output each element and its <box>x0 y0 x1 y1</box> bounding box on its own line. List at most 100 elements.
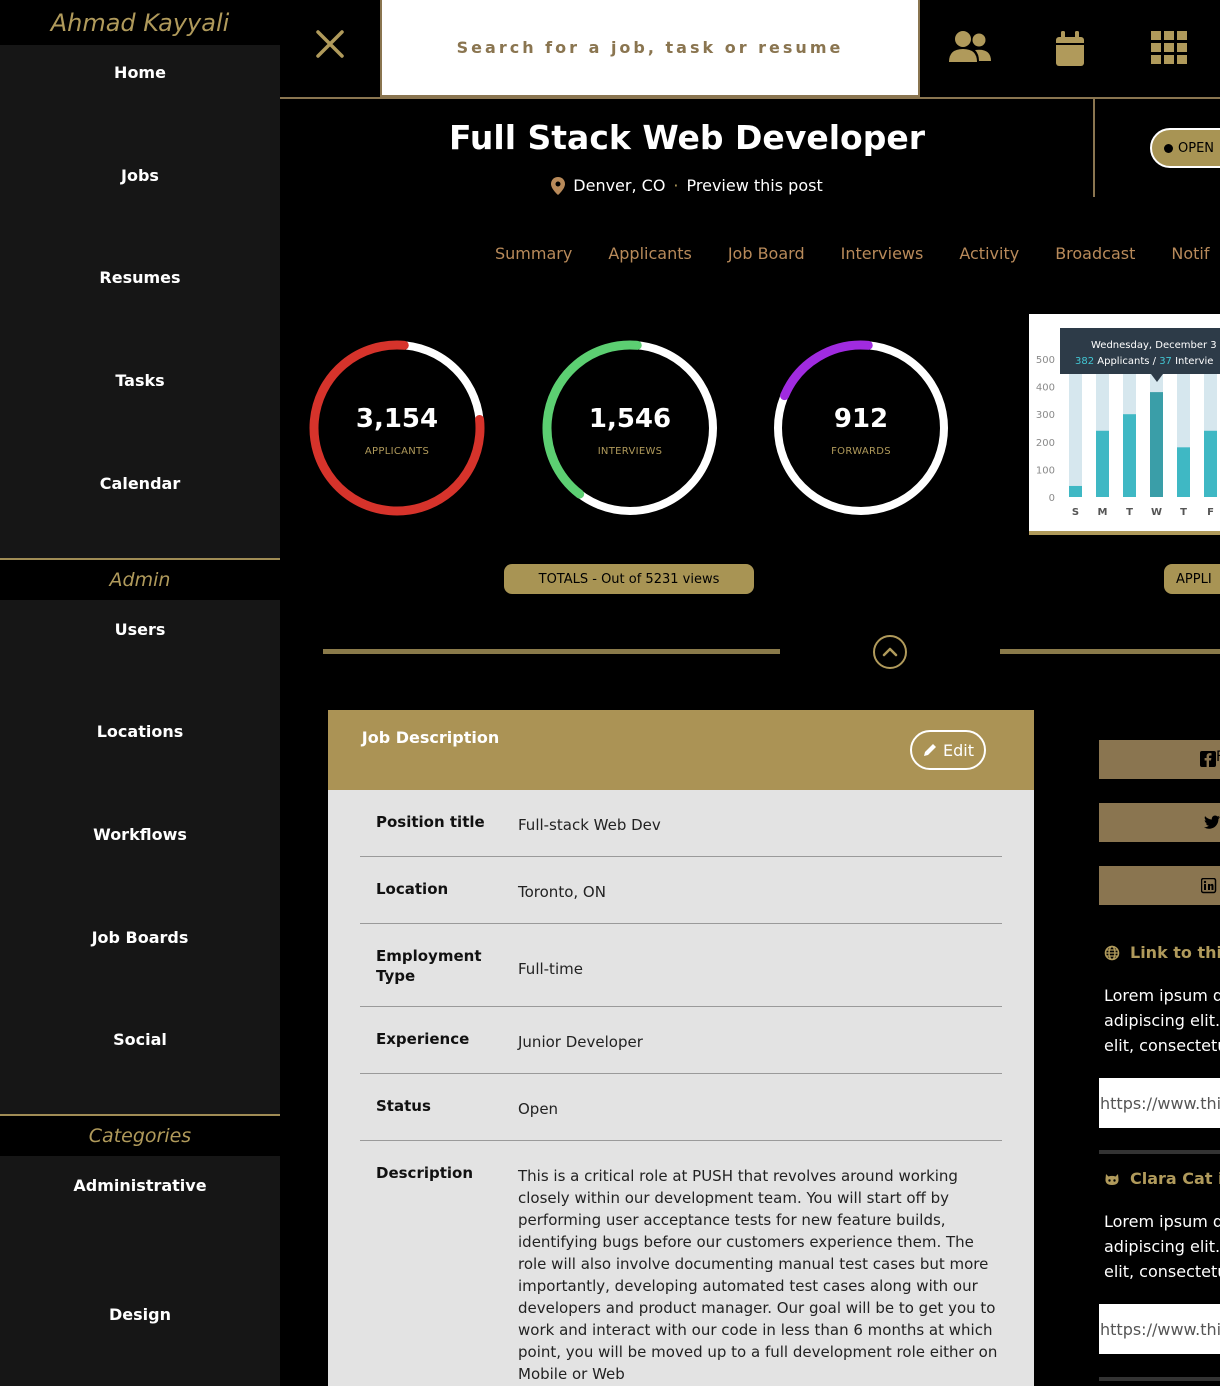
tab-notifications[interactable]: Notif <box>1171 244 1209 263</box>
sidebar-item-job-boards[interactable]: Job Boards <box>0 928 280 947</box>
sidebar-item-home[interactable]: Home <box>0 63 280 82</box>
link-description: Lorem ipsum d adipiscing elit. elit, con… <box>1104 983 1220 1058</box>
brand-logo: Ahmad Kayyali <box>0 0 280 45</box>
bar[interactable] <box>1096 430 1109 497</box>
bar[interactable] <box>1177 447 1190 497</box>
detail-key: Employment Type <box>376 947 482 985</box>
share-facebook-button[interactable]: F <box>1099 740 1220 779</box>
cat-description: Lorem ipsum d adipiscing elit. elit, con… <box>1104 1209 1220 1284</box>
link-description-line: adipiscing elit. <box>1104 1011 1220 1030</box>
status-badge[interactable]: OPEN <box>1150 128 1220 168</box>
x-tick-label: T <box>1180 507 1187 518</box>
users-icon[interactable] <box>947 28 993 68</box>
bar[interactable] <box>1069 485 1082 497</box>
clara-cat-heading: Clara Cat is <box>1104 1169 1220 1188</box>
search-input[interactable] <box>382 38 918 57</box>
tab-activity[interactable]: Activity <box>959 244 1019 263</box>
tab-summary[interactable]: Summary <box>495 244 572 263</box>
sidebar-item-tasks[interactable]: Tasks <box>0 371 280 390</box>
calendar-icon[interactable] <box>1050 28 1096 68</box>
cat-description-line: Lorem ipsum d <box>1104 1212 1220 1231</box>
detail-key: Status <box>376 1097 431 1115</box>
tab-interviews[interactable]: Interviews <box>841 244 924 263</box>
link-to-this-label: Link to this <box>1130 943 1220 962</box>
job-details-table: Position title Full-stack Web Dev Locati… <box>328 790 1034 1386</box>
detail-key: Description <box>376 1164 474 1182</box>
detail-key: Experience <box>376 1030 470 1048</box>
sidebar-item-resumes[interactable]: Resumes <box>0 268 280 287</box>
interviews-count: 1,546 <box>588 404 672 434</box>
grid-cell <box>1151 31 1161 40</box>
bar[interactable] <box>1123 414 1136 497</box>
grid-cell <box>1164 31 1174 40</box>
x-tick-label: F <box>1207 507 1214 518</box>
detail-value: Toronto, ON <box>518 883 606 901</box>
grid-cell <box>1177 43 1187 52</box>
close-icon[interactable] <box>310 24 350 64</box>
weekly-applicants-chart: 0 100 200 300 400 500 S M T W T F Wednesday, Decembe… <box>1029 314 1220 535</box>
detail-key: Position title <box>376 813 485 831</box>
applicants-label: APPLICANTS <box>364 446 430 457</box>
pencil-icon <box>924 744 936 756</box>
link-description-line: elit, consectetu <box>1104 1036 1220 1055</box>
link-description-line: Lorem ipsum d <box>1104 986 1220 1005</box>
interviews-ring: 1,546 INTERVIEWS <box>540 338 720 518</box>
status-dot-icon <box>1164 143 1173 153</box>
share-linkedin-button[interactable] <box>1099 866 1220 905</box>
sidebar-item-calendar[interactable]: Calendar <box>0 474 280 493</box>
sidebar-item-jobs[interactable]: Jobs <box>0 166 280 185</box>
clara-cat-label: Clara Cat is <box>1130 1169 1220 1188</box>
sidebar-item-workflows[interactable]: Workflows <box>0 825 280 844</box>
detail-row-experience: Experience Junior Developer <box>360 1007 1002 1074</box>
x-tick-label: M <box>1098 507 1108 518</box>
cat-url-field[interactable] <box>1099 1304 1220 1354</box>
facebook-icon <box>1200 751 1216 767</box>
applicants-button[interactable]: APPLI <box>1164 564 1220 594</box>
detail-row-employment-type: Employment Type Full-time <box>360 924 1002 1007</box>
weekly-chart-svg: 0 100 200 300 400 500 S M T W T F Wednesday, Decembe… <box>1036 328 1220 518</box>
grid-icon[interactable] <box>1149 28 1195 68</box>
bar[interactable] <box>1204 430 1217 497</box>
globe-icon <box>1104 945 1120 960</box>
tab-job-board[interactable]: Job Board <box>728 244 805 263</box>
tooltip-values: 382 Applicants / 37 Intervie <box>1075 356 1213 367</box>
tab-broadcast[interactable]: Broadcast <box>1055 244 1135 263</box>
share-facebook-label: F <box>1216 749 1220 765</box>
sidebar-item-locations[interactable]: Locations <box>0 722 280 741</box>
detail-value: Full-time <box>518 960 583 978</box>
link-url-field[interactable] <box>1099 1078 1220 1128</box>
y-tick-label: 200 <box>1036 438 1055 449</box>
grid-cell <box>1164 43 1174 52</box>
job-location: Denver, CO <box>573 176 666 195</box>
grid-cell <box>1151 43 1161 52</box>
y-tick-label: 100 <box>1036 465 1055 476</box>
sidebar-item-design[interactable]: Design <box>0 1305 280 1324</box>
forwards-label: FORWARDS <box>831 446 891 457</box>
edit-button[interactable]: Edit <box>910 730 986 770</box>
forwards-ring: 912 FORWARDS <box>771 338 951 518</box>
share-twitter-button[interactable] <box>1099 803 1220 842</box>
y-tick-label: 500 <box>1036 355 1055 366</box>
tab-applicants[interactable]: Applicants <box>608 244 692 263</box>
categories-heading: Categories <box>0 1114 280 1156</box>
cat-description-line: adipiscing elit. <box>1104 1237 1220 1256</box>
bar[interactable] <box>1150 392 1163 497</box>
side-divider <box>1099 1377 1220 1381</box>
collapse-chevron-up-icon[interactable] <box>873 635 907 669</box>
grid-cell <box>1177 31 1187 40</box>
sidebar-item-administrative[interactable]: Administrative <box>0 1176 280 1195</box>
detail-value: Open <box>518 1100 559 1118</box>
forwards-count: 912 <box>833 404 889 434</box>
sidebar-item-social[interactable]: Social <box>0 1030 280 1049</box>
link-to-this-heading: Link to this <box>1104 943 1220 962</box>
bar-track <box>1069 354 1082 497</box>
totals-button[interactable]: TOTALS - Out of 5231 views <box>504 564 754 594</box>
preview-post-link[interactable]: Preview this post <box>687 176 823 195</box>
x-tick-label: W <box>1151 507 1162 518</box>
sidebar-item-users[interactable]: Users <box>0 620 280 639</box>
divider-left <box>323 649 780 654</box>
cat-description-line: elit, consectetu <box>1104 1262 1220 1281</box>
detail-value: Junior Developer <box>518 1033 643 1051</box>
edit-button-label: Edit <box>943 740 974 760</box>
tooltip-date: Wednesday, December 3 <box>1091 340 1217 351</box>
